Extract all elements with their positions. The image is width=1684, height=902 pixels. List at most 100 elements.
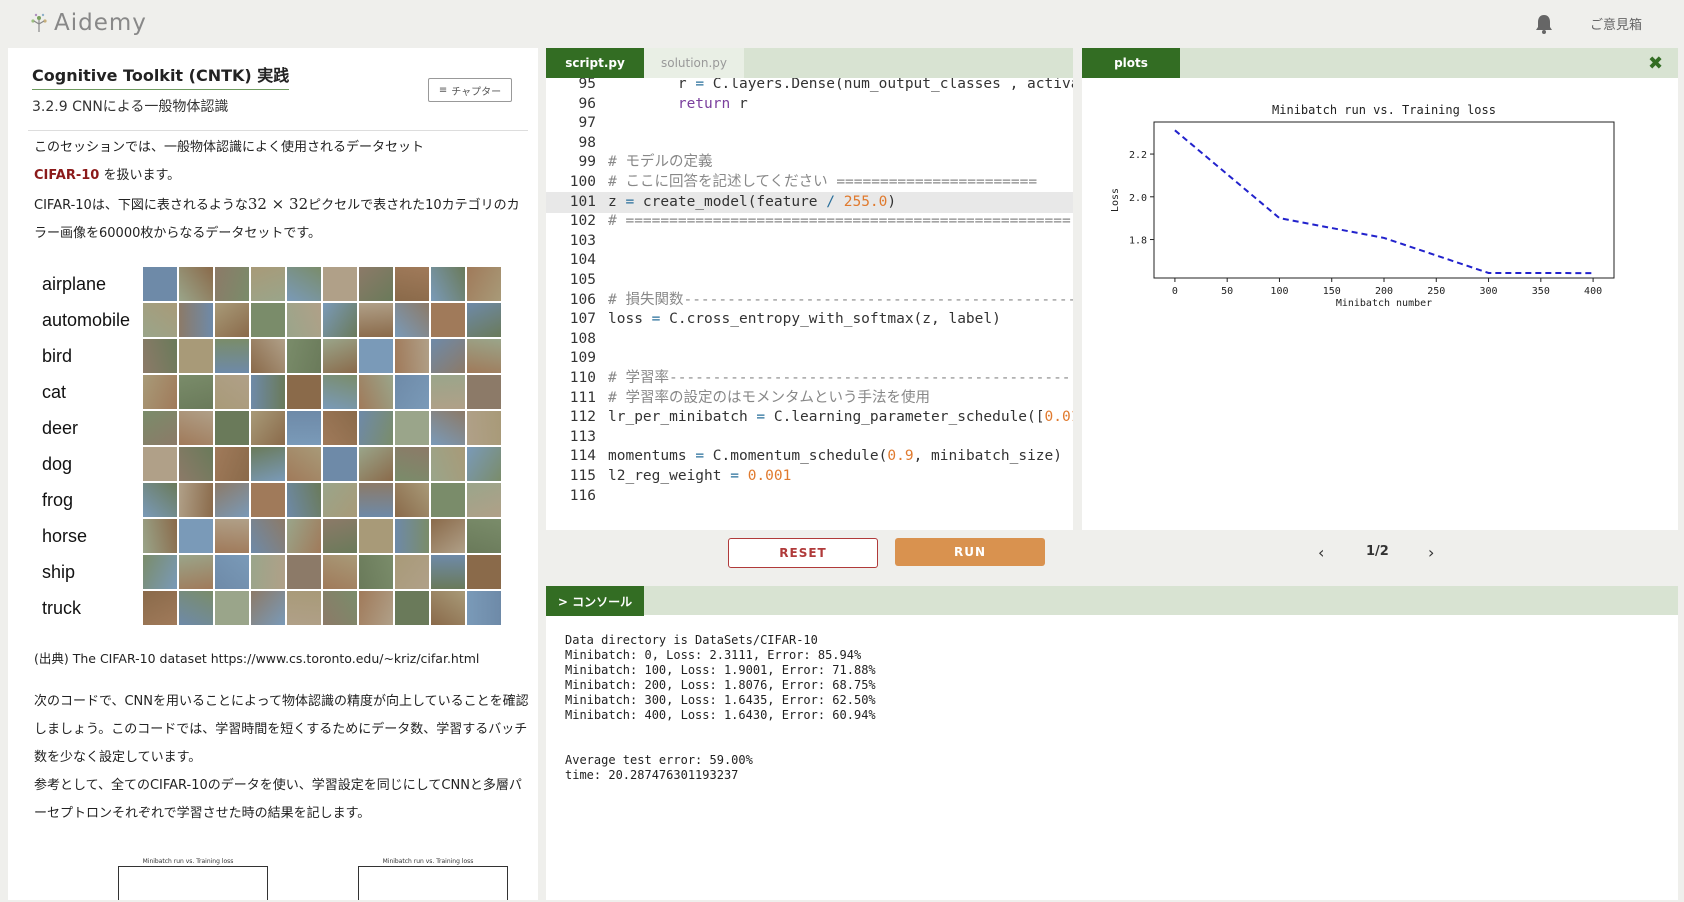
thumbnail-image [359, 555, 393, 589]
code-line[interactable]: 102 # ===================================… [546, 211, 1073, 232]
thumbnail-image [431, 555, 465, 589]
x-tick-label: 0 [1172, 286, 1178, 297]
thumbnail-image [395, 267, 429, 301]
class-thumbnails [143, 303, 501, 337]
line-number: 105 [569, 272, 596, 288]
thumbnail-image [431, 267, 465, 301]
class-row: airplane [38, 266, 518, 302]
tab-script-py[interactable]: script.py [546, 48, 644, 78]
thumbnail-image [251, 447, 285, 481]
close-icon[interactable]: ✖ [1648, 53, 1663, 74]
thumbnail-image [287, 339, 321, 373]
code-area[interactable]: 95 r = C.layers.Dense(num_output_classes… [546, 78, 1073, 528]
code-line[interactable]: 103 [546, 231, 1073, 252]
y-tick-label: 2.0 [1129, 193, 1147, 204]
code-text: l2_reg_weight = 0.001 [608, 468, 792, 484]
thumbnail-image [395, 483, 429, 517]
cifar-10-sample-image: airplane automobile bird cat deer dog frog hors… [38, 266, 518, 626]
notification-bell-icon[interactable] [1534, 13, 1554, 35]
code-line[interactable]: 113 r [546, 427, 1073, 448]
line-number: 107 [569, 311, 596, 328]
code-line[interactable]: 116 [546, 486, 1073, 507]
thumbnail-image [359, 267, 393, 301]
intro-text-a: このセッションでは、一般物体認識によく使用されるデータセット [34, 140, 425, 155]
thumbnail-image [467, 267, 501, 301]
run-button[interactable]: RUN [895, 538, 1045, 566]
thumbnail-image [431, 483, 465, 517]
chevron-right-icon[interactable]: › [1428, 543, 1434, 562]
intro-paragraph: このセッションでは、一般物体認識によく使用されるデータセット CIFAR-10 … [34, 134, 529, 248]
thumbnail-image [323, 339, 357, 373]
logo-tree-icon [31, 13, 47, 32]
thumbnail-image [467, 483, 501, 517]
code-line[interactable]: 97 [546, 113, 1073, 134]
class-row: frog [38, 482, 518, 518]
line-number: 110 [569, 370, 596, 386]
class-thumbnails [143, 411, 501, 445]
class-row: horse [38, 518, 518, 554]
code-line[interactable]: 107 loss = C.cross_entropy_with_softmax(z… [546, 309, 1073, 330]
thumbnail-image [251, 303, 285, 337]
code-line[interactable]: 101 z = create_model(feature / 255.0) [546, 191, 1073, 213]
thumbnail-image [143, 519, 177, 553]
code-line[interactable]: 96 return r [546, 94, 1073, 115]
line-number: 102 [569, 213, 596, 230]
thumbnail-image [467, 447, 501, 481]
code-line[interactable]: 106 # 損失関数-------------------------------… [546, 290, 1073, 311]
divider [28, 130, 528, 131]
thumbnail-image [143, 303, 177, 337]
reset-button[interactable]: RESET [728, 538, 878, 568]
class-thumbnails [143, 267, 501, 301]
chevron-left-icon[interactable]: ‹ [1318, 543, 1324, 562]
chapter-button[interactable]: ≡ チャプター [428, 78, 512, 102]
thumbnail-image [215, 519, 249, 553]
class-label: frog [42, 489, 74, 510]
code-line[interactable]: 98 [546, 133, 1073, 154]
feedback-link[interactable]: ご意見箱 [1590, 14, 1642, 33]
tab-solution-py[interactable]: solution.py [644, 48, 744, 78]
thumbnail-image [143, 447, 177, 481]
intro-text-b: を扱います。 [99, 168, 181, 183]
thumbnail-image [395, 375, 429, 409]
x-tick-label: 100 [1270, 286, 1288, 297]
thumbnail-image [431, 411, 465, 445]
code-line[interactable]: 95 r = C.layers.Dense(num_output_classes… [546, 78, 1073, 95]
code-line[interactable]: 99 # モデルの定義 [546, 152, 1073, 173]
thumbnail-image [143, 339, 177, 373]
line-number: 115 [569, 468, 596, 484]
line-number: 95 [578, 78, 596, 92]
aidemy-logo[interactable]: Aidemy [28, 8, 147, 38]
reference-paragraph: 参考として、全てのCIFAR-10のデータを使い、学習設定を同じにしてCNNと多… [34, 778, 522, 821]
cifar-10-term: CIFAR-10 [34, 168, 100, 183]
class-label: cat [42, 381, 67, 402]
code-text: return r [677, 95, 748, 112]
code-line[interactable]: 109 [546, 348, 1073, 369]
x-tick-label: 150 [1323, 286, 1341, 297]
thumbnail-image [359, 339, 393, 373]
code-line[interactable]: 105 [546, 270, 1073, 291]
lesson-panel[interactable]: Cognitive Toolkit (CNTK) 実践 3.2.9 CNNによる… [8, 48, 538, 900]
thumbnail-image [467, 591, 501, 625]
class-thumbnails [143, 519, 501, 553]
thumbnail-image [395, 519, 429, 553]
x-tick-label: 200 [1375, 286, 1393, 297]
thumbnail-image [359, 447, 393, 481]
code-line[interactable]: 114 momentums = C.momentum_schedule(0.9, … [546, 446, 1073, 467]
tab-plots[interactable]: plots [1082, 48, 1180, 78]
code-line[interactable]: 110 # 学習率--------------------------------… [546, 368, 1073, 389]
code-line[interactable]: 111 # 学習率の設定のはモメンタムという手法を使用 [546, 388, 1073, 409]
thumbnail-image [215, 303, 249, 337]
code-line[interactable]: 115 l2_reg_weight = 0.001 [546, 466, 1073, 487]
x-tick-label: 250 [1427, 286, 1445, 297]
tab-console[interactable]: > コンソール [546, 586, 644, 616]
thumbnail-image [179, 591, 213, 625]
code-line[interactable]: 112 lr_per_minibatch = C.learning_paramet… [546, 407, 1073, 428]
code-line[interactable]: 104 [546, 250, 1073, 271]
code-text: z = create_model(feature / 255.0) [608, 193, 897, 210]
top-bar [0, 0, 1684, 46]
thumbnail-image [287, 267, 321, 301]
thumbnail-image [359, 375, 393, 409]
code-line[interactable]: 108 [546, 329, 1073, 350]
line-number: 98 [578, 134, 596, 151]
code-line[interactable]: 100 # ここに回答を記述してください ====================… [546, 172, 1073, 193]
